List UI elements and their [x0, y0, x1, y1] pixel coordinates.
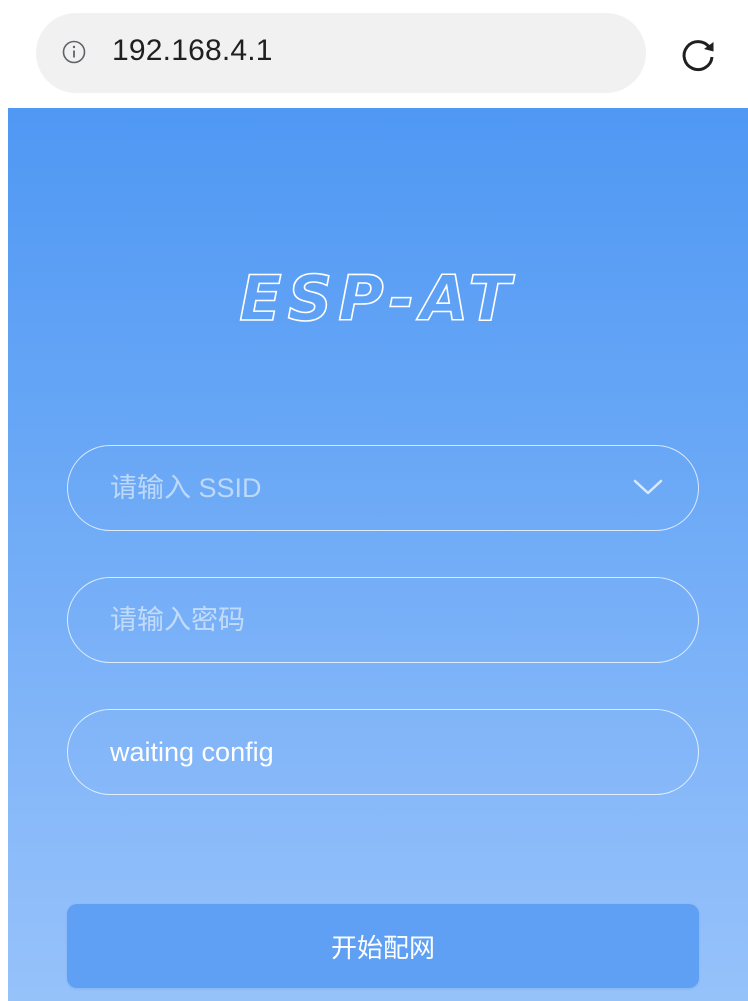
ssid-field[interactable] [67, 445, 699, 531]
logo-text: ESP-AT [239, 262, 516, 335]
start-config-button[interactable]: 开始配网 [67, 904, 699, 988]
status-text: waiting config [110, 737, 274, 767]
password-input[interactable] [110, 578, 610, 662]
reload-icon[interactable] [676, 33, 720, 77]
logo: ESP-AT [238, 261, 516, 336]
status-field: waiting config [67, 709, 699, 795]
ssid-input[interactable] [110, 446, 610, 530]
url-text[interactable]: 192.168.4.1 [112, 31, 273, 71]
info-icon[interactable] [62, 40, 86, 64]
config-page: ESP-AT waiting config 开始配网 [8, 108, 748, 1001]
chevron-down-icon[interactable] [632, 476, 664, 498]
password-field[interactable] [67, 577, 699, 663]
browser-toolbar: 192.168.4.1 [0, 0, 748, 108]
